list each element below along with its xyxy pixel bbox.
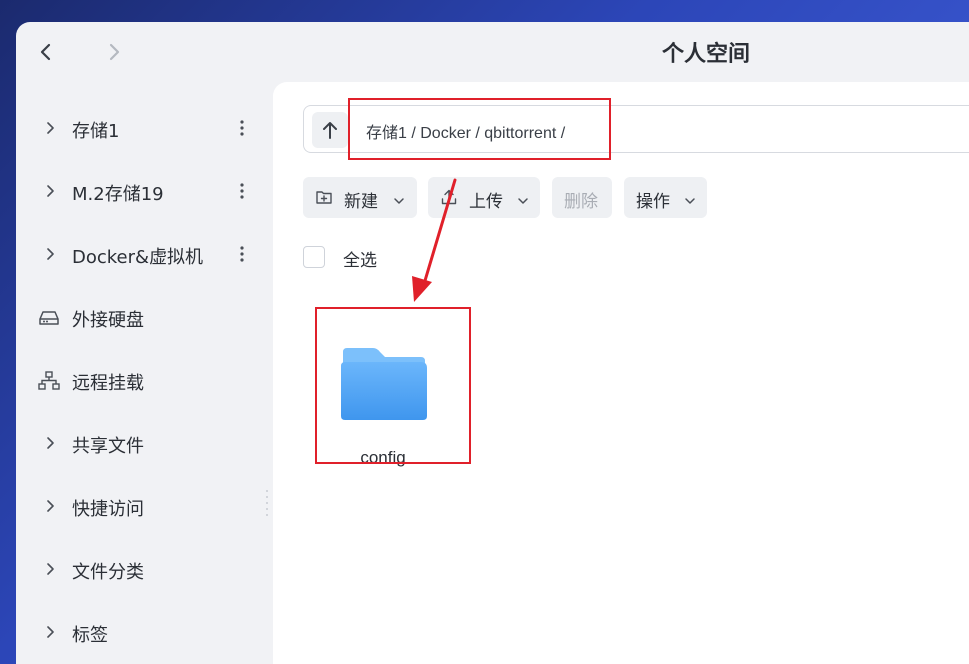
- sidebar-resize-handle[interactable]: [265, 488, 269, 516]
- new-button-label: 新建: [344, 192, 378, 212]
- sidebar-item-shared-files[interactable]: 共享文件: [16, 423, 273, 463]
- chevron-down-icon: [393, 192, 405, 204]
- forward-arrow-icon[interactable]: [102, 40, 126, 64]
- sidebar-item-quick-access[interactable]: 快捷访问: [16, 486, 273, 526]
- upload-icon: [440, 188, 458, 206]
- upload-button-label: 上传: [469, 192, 503, 212]
- sidebar-item-docker-vm[interactable]: Docker&虚拟机: [16, 234, 273, 274]
- back-arrow-icon[interactable]: [34, 40, 58, 64]
- chevron-right-icon[interactable]: [42, 435, 58, 451]
- more-vertical-icon[interactable]: [232, 118, 252, 138]
- chevron-right-icon[interactable]: [42, 624, 58, 640]
- sidebar-item-label: 存储1: [72, 121, 120, 142]
- sidebar-item-remote-mount[interactable]: 远程挂载: [16, 360, 273, 400]
- chevron-right-icon[interactable]: [42, 246, 58, 262]
- window-title: 个人空间: [662, 42, 751, 67]
- actions-button[interactable]: 操作: [624, 177, 707, 218]
- sidebar-item-label: 共享文件: [72, 436, 144, 457]
- go-up-button[interactable]: [312, 112, 348, 148]
- chevron-right-icon[interactable]: [42, 183, 58, 199]
- chevron-down-icon: [517, 192, 529, 204]
- delete-button-label: 删除: [564, 192, 598, 212]
- chevron-right-icon[interactable]: [42, 120, 58, 136]
- chevron-right-icon[interactable]: [42, 498, 58, 514]
- new-button[interactable]: 新建: [303, 177, 417, 218]
- sidebar-item-label: Docker&虚拟机: [72, 247, 204, 268]
- annotation-highlight-path: [348, 98, 611, 160]
- sidebar-item-file-categories[interactable]: 文件分类: [16, 549, 273, 589]
- select-all-label: 全选: [343, 251, 377, 271]
- sidebar-item-label: M.2存储19: [72, 184, 164, 205]
- new-folder-icon: [315, 188, 333, 206]
- sidebar-item-label: 快捷访问: [72, 499, 144, 520]
- select-all-checkbox[interactable]: [303, 246, 325, 268]
- sidebar-item-label: 标签: [72, 625, 108, 646]
- chevron-right-icon[interactable]: [42, 561, 58, 577]
- sidebar-item-external-disk[interactable]: 外接硬盘: [16, 297, 273, 337]
- upload-button[interactable]: 上传: [428, 177, 540, 218]
- more-vertical-icon[interactable]: [232, 244, 252, 264]
- network-icon: [38, 371, 60, 391]
- annotation-highlight-folder: [315, 307, 471, 464]
- more-vertical-icon[interactable]: [232, 181, 252, 201]
- delete-button[interactable]: 删除: [552, 177, 612, 218]
- sidebar-item-label: 远程挂载: [72, 373, 144, 394]
- sidebar-item-label: 文件分类: [72, 562, 144, 583]
- arrow-up-icon: [323, 122, 337, 139]
- sidebar: 存储1 M.2存储19 Docker&虚拟机 外接硬盘 远程挂载 共享文件 快捷…: [16, 96, 273, 664]
- chevron-down-icon: [684, 192, 696, 204]
- sidebar-item-storage1[interactable]: 存储1: [16, 108, 273, 148]
- actions-button-label: 操作: [636, 192, 670, 212]
- hard-drive-icon: [38, 308, 60, 328]
- sidebar-item-tags[interactable]: 标签: [16, 612, 273, 652]
- sidebar-item-m2-storage19[interactable]: M.2存储19: [16, 171, 273, 211]
- sidebar-item-label: 外接硬盘: [72, 310, 144, 331]
